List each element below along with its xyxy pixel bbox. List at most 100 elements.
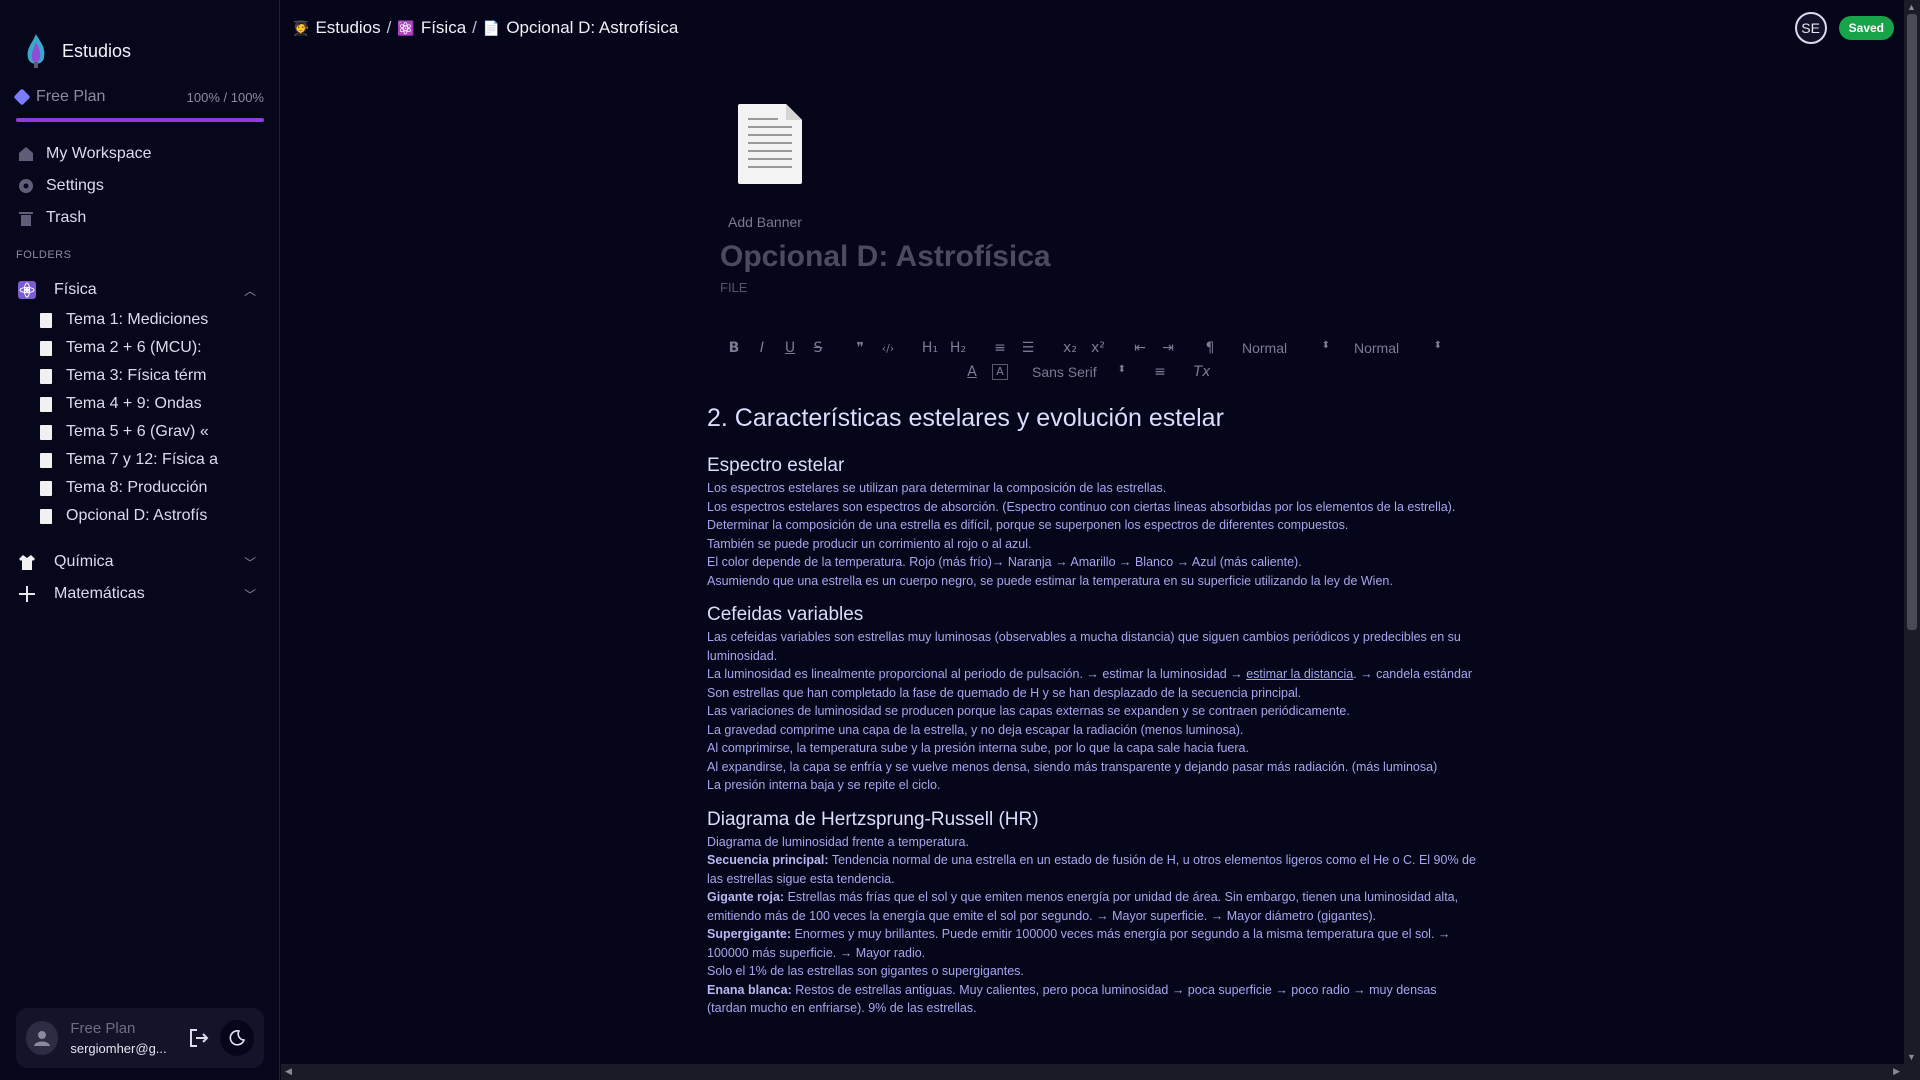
user-email: sergiomher@g...: [70, 1041, 167, 1056]
sidebar-file-tema-1[interactable]: Tema 1: Mediciones: [40, 306, 264, 334]
size-select[interactable]: Normal ⬍: [1236, 340, 1336, 356]
page-emoji-icon[interactable]: [738, 104, 802, 184]
document-icon: [40, 508, 52, 524]
breadcrumb-root[interactable]: Estudios: [315, 18, 380, 38]
logout-button[interactable]: [187, 1025, 212, 1051]
paragraph: Las cefeidas variables son estrellas muy…: [707, 630, 1461, 663]
breadcrumb-page[interactable]: Opcional D: Astrofísica: [506, 18, 678, 38]
sidebar-file-tema-4-9[interactable]: Tema 4 + 9: Ondas: [40, 390, 264, 418]
paragraph: Al expandirse, la capa se enfría y se vu…: [707, 759, 1438, 774]
text-link[interactable]: estimar la distancia: [1246, 667, 1353, 681]
blockquote-button[interactable]: ❞: [846, 340, 874, 356]
clear-format-button[interactable]: Tx: [1188, 364, 1216, 380]
avatar[interactable]: [26, 1021, 59, 1055]
sidebar-file-tema-8[interactable]: Tema 8: Producción: [40, 474, 264, 502]
student-icon: 🧑‍🎓: [292, 19, 310, 36]
bullet-list-button[interactable]: ☰: [1014, 340, 1042, 356]
text: Restos de estrellas antiguas. Muy calien…: [707, 982, 1437, 1016]
paragraph: Secuencia principal: Tendencia normal de…: [707, 851, 1477, 888]
chevron-down-icon[interactable]: ﹀: [244, 554, 256, 571]
sidebar-item-my-workspace[interactable]: My Workspace: [16, 138, 264, 170]
chevron-up-icon[interactable]: ︿: [244, 282, 256, 299]
folder-quimica[interactable]: Química ﹀: [16, 547, 264, 577]
folder-fisica[interactable]: Física ︿: [16, 275, 264, 305]
bold-button[interactable]: B: [720, 340, 748, 356]
breadcrumb-folder[interactable]: Física: [421, 18, 466, 38]
subsection-heading: Espectro estelar: [707, 455, 845, 476]
scroll-down-arrow-icon[interactable]: ▼: [1907, 1052, 1916, 1062]
sidebar-nav: My Workspace Settings Trash: [16, 138, 264, 234]
text-direction-button[interactable]: ¶: [1196, 340, 1224, 356]
text: Estrellas más frías que el sol y que emi…: [707, 890, 1459, 923]
chevron-down-icon[interactable]: ﹀: [244, 586, 256, 603]
app-name: Estudios: [62, 40, 132, 61]
heading-2-button[interactable]: H₂: [944, 340, 972, 356]
sidebar-item-trash[interactable]: Trash: [16, 202, 264, 234]
paragraph: Supergigante: Enormes y muy brillantes. …: [707, 925, 1477, 962]
paragraph: Los espectros estelares son espectros de…: [707, 499, 1456, 533]
editor-content[interactable]: 2. Características estelares y evolución…: [707, 404, 1477, 1032]
subscript-button[interactable]: x₂: [1056, 340, 1084, 356]
scroll-right-arrow-icon[interactable]: ▶: [1893, 1066, 1900, 1077]
sidebar-item-settings[interactable]: Settings: [16, 170, 264, 202]
indent-button[interactable]: ⇥: [1154, 340, 1182, 356]
vertical-scrollbar[interactable]: ▲ ▼: [1904, 0, 1920, 1080]
atom-icon: ⚛️: [397, 19, 415, 36]
ordered-list-button[interactable]: ≡: [986, 340, 1014, 356]
sidebar-file-tema-2-6[interactable]: Tema 2 + 6 (MCU):: [40, 334, 264, 362]
sidebar-file-opcional-d[interactable]: Opcional D: Astrofís: [40, 502, 264, 530]
section-cefeidas: Cefeidas variables Las cefeidas variable…: [707, 604, 1477, 795]
font-select-value: Sans Serif: [1032, 364, 1097, 380]
folder-label: Física: [54, 281, 97, 298]
bold-term: Supergigante:: [707, 927, 792, 941]
breadcrumb: 🧑‍🎓 Estudios / ⚛️ Física / 📄 Opcional D:…: [292, 18, 678, 38]
document-icon: [40, 480, 52, 496]
folder-label: Química: [54, 553, 114, 570]
document-icon: 📄: [482, 19, 501, 36]
font-color-button[interactable]: A: [958, 364, 986, 380]
section-espectro: Espectro estelar Los espectros estelares…: [707, 455, 1477, 590]
vertical-scrollbar-thumb[interactable]: [1907, 14, 1917, 630]
sidebar-file-tema-7-12[interactable]: Tema 7 y 12: Física a: [40, 446, 264, 474]
scroll-left-arrow-icon[interactable]: ◀: [285, 1066, 292, 1077]
sidebar: Estudios Free Plan 100% / 100% My Worksp…: [0, 0, 280, 1080]
theme-toggle-button[interactable]: [219, 1020, 254, 1056]
italic-button[interactable]: I: [748, 340, 776, 356]
page-title[interactable]: Opcional D: Astrofísica: [720, 240, 1051, 274]
document-icon: [40, 368, 52, 384]
header-select[interactable]: Normal ⬍: [1348, 340, 1448, 356]
add-banner-button[interactable]: Add Banner: [728, 214, 802, 230]
heading-1-button[interactable]: H₁: [916, 340, 944, 356]
document-icon: [40, 340, 52, 356]
scroll-up-arrow-icon[interactable]: ▲: [1907, 2, 1916, 12]
paragraph: La gravedad comprime una capa de la estr…: [707, 722, 1244, 737]
paragraph: Diagrama de luminosidad frente a tempera…: [707, 834, 969, 849]
bold-term: Enana blanca:: [707, 982, 792, 997]
folder-matematicas[interactable]: Matemáticas ﹀: [16, 579, 264, 609]
home-icon: [16, 144, 36, 164]
outdent-button[interactable]: ⇤: [1126, 340, 1154, 356]
paragraph: Gigante roja: Estrellas más frías que el…: [707, 888, 1477, 925]
horizontal-scrollbar[interactable]: ◀ ▶: [281, 1064, 1904, 1080]
background-color-button[interactable]: A: [992, 364, 1008, 380]
user-plan: Free Plan: [70, 1020, 136, 1037]
superscript-button[interactable]: x²: [1084, 340, 1112, 356]
collaborator-avatar[interactable]: SE: [1794, 12, 1827, 44]
bold-term: Gigante roja:: [707, 890, 785, 904]
strike-button[interactable]: S: [804, 340, 832, 356]
document-icon: [40, 452, 52, 468]
paragraph: Asumiendo que una estrella es un cuerpo …: [707, 573, 1393, 588]
brand[interactable]: Estudios: [22, 32, 131, 70]
underline-button[interactable]: U: [776, 340, 804, 356]
subsection-heading: Cefeidas variables: [707, 604, 864, 625]
paragraph: La presión interna baja y se repite el c…: [707, 778, 941, 792]
sidebar-file-tema-3[interactable]: Tema 3: Física térm: [40, 362, 264, 390]
font-select[interactable]: Sans Serif ⬍: [1026, 364, 1132, 380]
app-logo-icon: [22, 32, 50, 70]
gem-icon: [13, 88, 31, 106]
code-block-button[interactable]: ‹/›: [874, 342, 902, 355]
sidebar-file-tema-5-6[interactable]: Tema 5 + 6 (Grav) «: [40, 418, 264, 446]
paragraph: El color depende de la temperatura. Rojo…: [707, 555, 1302, 569]
text: . → candela estándar: [1353, 667, 1473, 681]
align-button[interactable]: ≡: [1146, 364, 1174, 380]
